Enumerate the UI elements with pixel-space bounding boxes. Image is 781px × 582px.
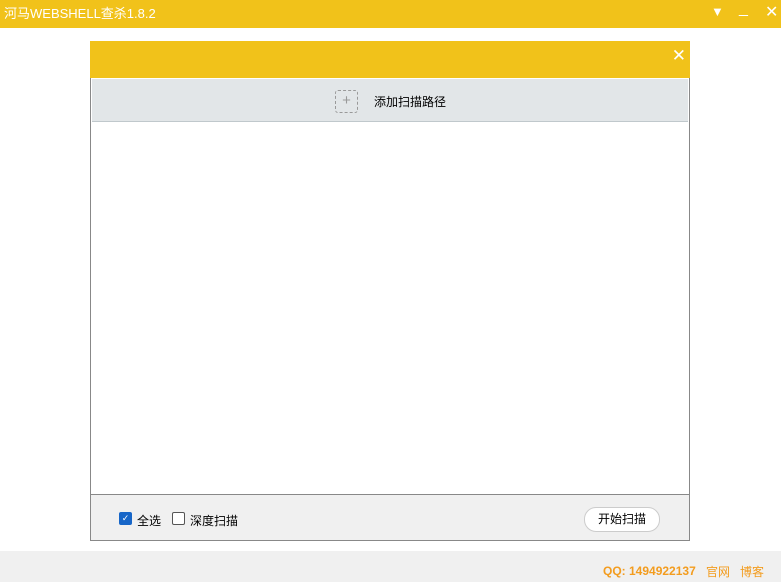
dialog-close-button[interactable]: ✕ [672,46,686,66]
deep-scan-checkbox[interactable] [172,512,185,525]
website-link[interactable]: 官网 [706,563,730,580]
add-scan-path-label: 添加扫描路径 [374,95,447,109]
start-scan-button[interactable]: 开始扫描 [584,507,660,532]
menu-dropdown-icon[interactable]: ▼ [711,4,724,19]
title-bar: 河马WEBSHELL查杀1.8.2 ▼ _ ✕ [0,0,781,28]
status-bar: QQ: 1494922137 官网 博客 [0,551,781,582]
minimize-button[interactable]: _ [739,0,748,18]
qq-number: QQ: 1494922137 [603,564,696,578]
dialog-header: ✕ [90,41,690,78]
select-all-checkbox[interactable]: ✓ [119,512,132,525]
dialog-footer: ✓ 全选 深度扫描 开始扫描 [91,494,689,540]
select-all-label: 全选 [137,514,162,528]
plus-icon: + [335,90,358,113]
add-scan-path-button[interactable]: + 添加扫描路径 [92,79,688,122]
close-button[interactable]: ✕ [765,2,778,22]
deep-scan-label: 深度扫描 [190,514,239,528]
app-title: 河马WEBSHELL查杀1.8.2 [4,6,156,21]
scan-dialog: ✕ + 添加扫描路径 ✓ 全选 深度扫描 开始扫描 [90,41,690,541]
blog-link[interactable]: 博客 [740,563,764,580]
